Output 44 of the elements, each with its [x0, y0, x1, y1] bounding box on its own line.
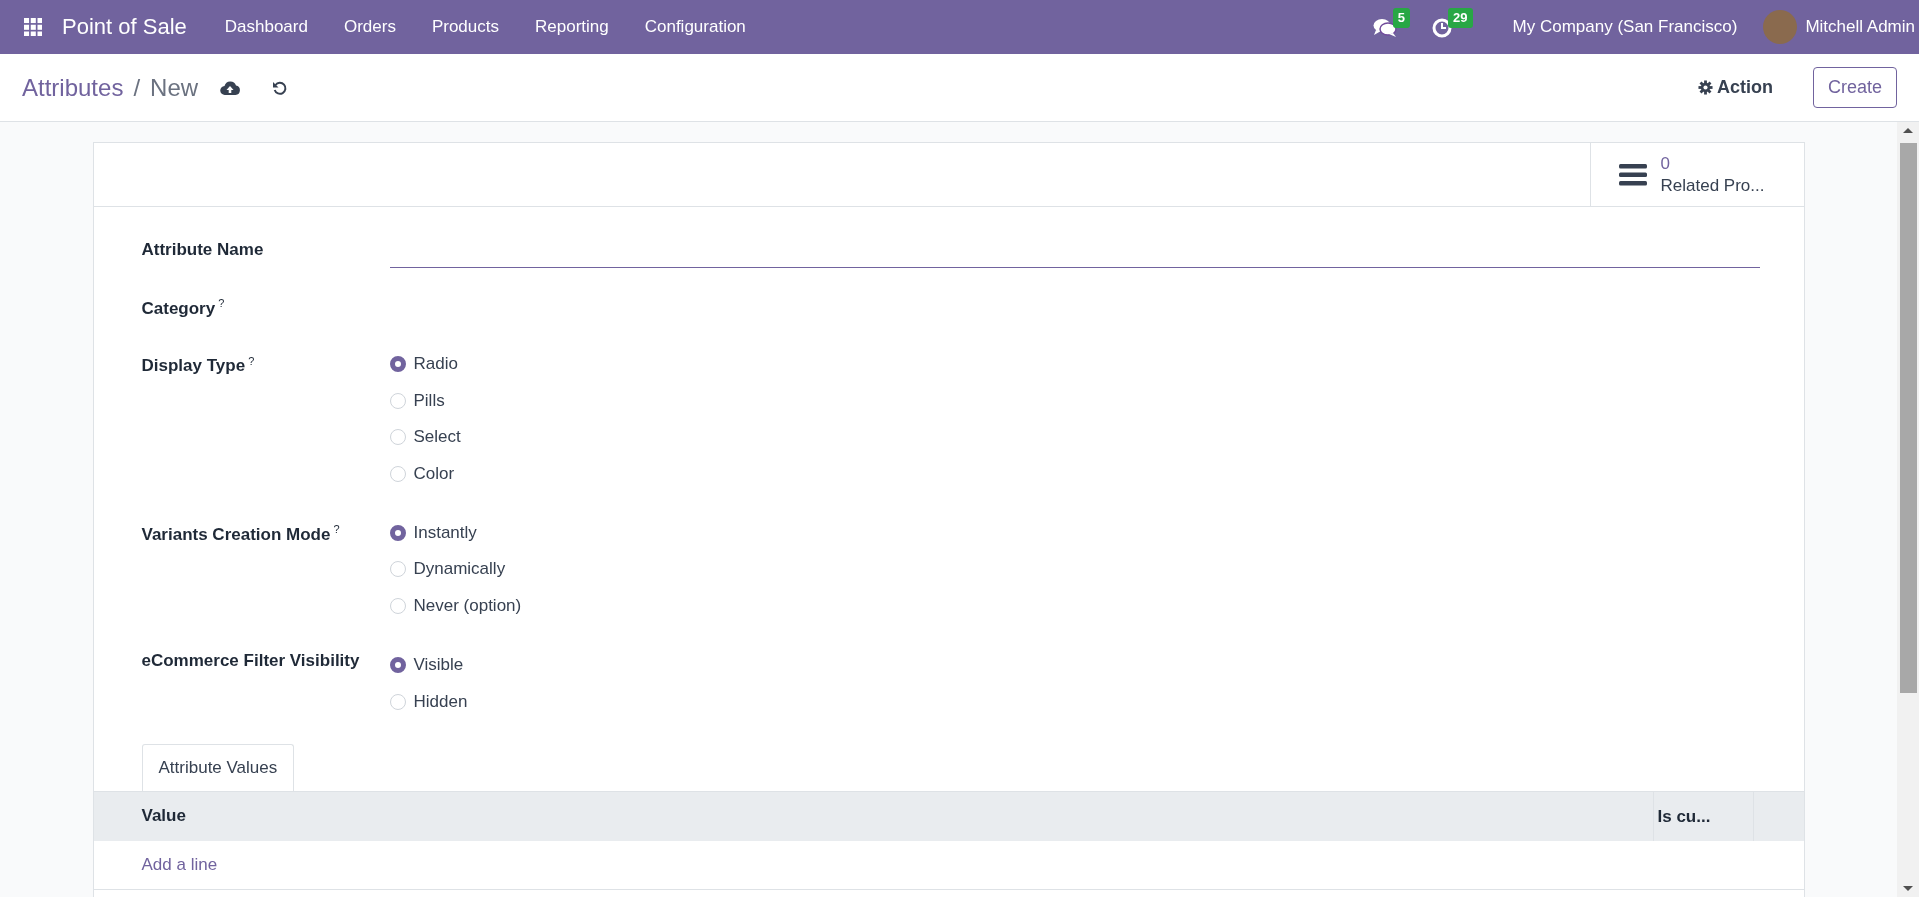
action-button[interactable]: Action — [1687, 69, 1783, 106]
breadcrumb-link[interactable]: Attributes — [22, 73, 124, 102]
column-header[interactable]: Value — [141, 806, 1653, 827]
field-label: Category $^{?}$ — [141, 298, 225, 318]
message-count-badge: 5 — [1392, 8, 1411, 28]
apps-grid-icon[interactable] — [24, 18, 42, 36]
user-name[interactable]: Mitchell Admin — [1797, 17, 1919, 37]
radio-button[interactable] — [389, 524, 406, 541]
app-name[interactable]: Point of Sale — [62, 14, 187, 40]
create-button[interactable]: Create — [1812, 67, 1897, 108]
radio-button[interactable] — [389, 656, 406, 673]
gear-icon — [1697, 80, 1713, 95]
list-icon — [1618, 162, 1647, 187]
radio-option[interactable]: Hidden — [389, 683, 1756, 720]
menu-item[interactable]: Products — [413, 17, 517, 37]
radio-option[interactable]: Color — [389, 455, 1756, 493]
radio-option[interactable]: Dynamically — [389, 551, 1756, 588]
menu-item[interactable]: Orders — [325, 17, 414, 37]
radio-option[interactable]: Pills — [389, 382, 1756, 420]
column-header[interactable]: Is cu... — [1652, 791, 1753, 841]
radio-option[interactable]: Select — [389, 419, 1756, 456]
menu-item[interactable]: Reporting — [517, 17, 627, 37]
radio-option[interactable]: Visible — [389, 646, 1756, 684]
add-line-link[interactable]: Add a line — [141, 854, 218, 875]
radio-option[interactable]: Radio — [389, 345, 1756, 383]
radio-button[interactable] — [389, 356, 406, 372]
clock-icon[interactable] — [1432, 18, 1453, 38]
menu-item[interactable]: Configuration — [626, 17, 764, 37]
breadcrumb-current: New — [150, 73, 199, 102]
undo-icon[interactable] — [272, 79, 289, 96]
radio-option[interactable]: Instantly — [389, 514, 1756, 552]
scrollbar[interactable] — [1897, 122, 1919, 897]
chat-bubbles-icon[interactable] — [1372, 18, 1397, 38]
menu-item[interactable]: Dashboard — [206, 17, 326, 37]
field-label: Attribute Name — [141, 240, 264, 259]
tab[interactable]: Attribute Values — [141, 743, 295, 791]
radio-option[interactable]: Never (option) — [389, 587, 1756, 625]
cloud-upload-icon[interactable] — [220, 79, 241, 96]
field-label: Variants Creation Mode $^{?}$ — [141, 525, 340, 545]
activity-count-badge: 29 — [1448, 8, 1473, 28]
field-label: Display Type $^{?}$ — [141, 356, 255, 376]
breadcrumb-separator: / — [133, 73, 141, 102]
field-label: eCommerce Filter Visibility — [141, 651, 360, 671]
company-switcher[interactable]: My Company (San Francisco) — [1494, 17, 1764, 37]
